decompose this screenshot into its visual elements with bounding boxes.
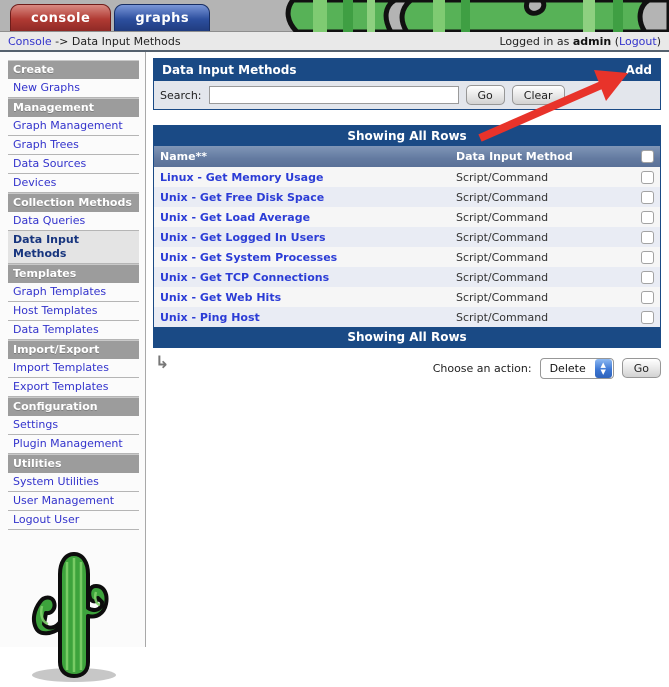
- tab-graphs[interactable]: graphs: [114, 4, 210, 31]
- table-row: Unix - Get Load AverageScript/Command: [154, 207, 660, 227]
- table-caption-bottom: Showing All Rows: [154, 327, 660, 347]
- row-method: Script/Command: [456, 171, 634, 184]
- sidebar-section-utilities: Utilities: [8, 454, 139, 473]
- panel-header: Data Input Methods Add: [154, 59, 660, 81]
- row-name-link[interactable]: Unix - Get TCP Connections: [160, 271, 456, 284]
- sidebar-section-templates: Templates: [8, 264, 139, 283]
- sidebar-item-new-graphs[interactable]: New Graphs: [8, 79, 139, 98]
- action-row: ↳ Choose an action: Delete ▲▼ Go: [153, 355, 661, 381]
- action-select[interactable]: Delete ▲▼: [540, 358, 614, 379]
- data-input-methods-table: Showing All Rows Name** Data Input Metho…: [153, 125, 661, 348]
- sidebar: CreateNew GraphsManagementGraph Manageme…: [0, 52, 146, 647]
- table-column-header: Name** Data Input Method: [154, 146, 660, 167]
- table-caption-top: Showing All Rows: [154, 126, 660, 146]
- table-row: Unix - Get Web HitsScript/Command: [154, 287, 660, 307]
- tab-console[interactable]: console: [10, 4, 111, 31]
- sidebar-item-user-management[interactable]: User Management: [8, 492, 139, 511]
- sidebar-item-system-utilities[interactable]: System Utilities: [8, 473, 139, 492]
- select-all-checkbox[interactable]: [641, 150, 654, 163]
- table-row: Unix - Get Free Disk SpaceScript/Command: [154, 187, 660, 207]
- row-method: Script/Command: [456, 231, 634, 244]
- sidebar-item-settings[interactable]: Settings: [8, 416, 139, 435]
- select-stepper-icon: ▲▼: [595, 359, 612, 378]
- choose-action-label: Choose an action:: [433, 362, 532, 375]
- search-row: Search: Go Clear: [154, 81, 660, 109]
- table-row: Unix - Get TCP ConnectionsScript/Command: [154, 267, 660, 287]
- sidebar-item-data-templates[interactable]: Data Templates: [8, 321, 139, 340]
- sidebar-item-plugin-management[interactable]: Plugin Management: [8, 435, 139, 454]
- row-method: Script/Command: [456, 271, 634, 284]
- sidebar-item-graph-trees[interactable]: Graph Trees: [8, 136, 139, 155]
- search-label: Search:: [160, 89, 202, 102]
- cactus-logo: [18, 544, 139, 687]
- row-name-link[interactable]: Unix - Get System Processes: [160, 251, 456, 264]
- row-checkbox[interactable]: [641, 271, 654, 284]
- add-link[interactable]: Add: [626, 63, 652, 77]
- sidebar-section-configuration: Configuration: [8, 397, 139, 416]
- sidebar-item-host-templates[interactable]: Host Templates: [8, 302, 139, 321]
- row-name-link[interactable]: Unix - Ping Host: [160, 311, 456, 324]
- sidebar-item-data-queries[interactable]: Data Queries: [8, 212, 139, 231]
- row-checkbox[interactable]: [641, 191, 654, 204]
- breadcrumb-console-link[interactable]: Console: [8, 35, 52, 48]
- sidebar-item-graph-templates[interactable]: Graph Templates: [8, 283, 139, 302]
- table-row: Linux - Get Memory UsageScript/Command: [154, 167, 660, 187]
- sidebar-item-data-sources[interactable]: Data Sources: [8, 155, 139, 174]
- column-name[interactable]: Name**: [160, 150, 456, 163]
- table-row: Unix - Get Logged In UsersScript/Command: [154, 227, 660, 247]
- row-method: Script/Command: [456, 311, 634, 324]
- sidebar-section-import-export: Import/Export: [8, 340, 139, 359]
- page-title: Data Input Methods: [162, 63, 296, 77]
- row-method: Script/Command: [456, 211, 634, 224]
- row-name-link[interactable]: Unix - Get Free Disk Space: [160, 191, 456, 204]
- sidebar-item-export-templates[interactable]: Export Templates: [8, 378, 139, 397]
- sidebar-section-management: Management: [8, 98, 139, 117]
- search-input[interactable]: [209, 86, 459, 104]
- breadcrumb-bar: Console -> Data Input Methods Logged in …: [0, 32, 669, 52]
- cacti-banner-art: [283, 0, 669, 32]
- sidebar-item-devices[interactable]: Devices: [8, 174, 139, 193]
- breadcrumb-current: Data Input Methods: [72, 35, 181, 48]
- row-checkbox[interactable]: [641, 211, 654, 224]
- row-checkbox[interactable]: [641, 251, 654, 264]
- table-row: Unix - Ping HostScript/Command: [154, 307, 660, 327]
- nav-tabs: console graphs: [10, 4, 210, 31]
- data-input-methods-panel: Data Input Methods Add Search: Go Clear: [153, 58, 661, 110]
- sidebar-item-graph-management[interactable]: Graph Management: [8, 117, 139, 136]
- row-method: Script/Command: [456, 251, 634, 264]
- sidebar-item-logout-user[interactable]: Logout User: [8, 511, 139, 530]
- row-name-link[interactable]: Unix - Get Web Hits: [160, 291, 456, 304]
- row-name-link[interactable]: Linux - Get Memory Usage: [160, 171, 456, 184]
- table-row: Unix - Get System ProcessesScript/Comman…: [154, 247, 660, 267]
- top-banner: console graphs: [0, 0, 669, 32]
- logout-link[interactable]: Logout: [619, 35, 657, 48]
- sidebar-item-data-input-methods[interactable]: Data Input Methods: [8, 231, 139, 264]
- login-status: Logged in as admin (Logout): [499, 35, 661, 48]
- row-name-link[interactable]: Unix - Get Logged In Users: [160, 231, 456, 244]
- action-select-value: Delete: [550, 362, 586, 375]
- row-method: Script/Command: [456, 291, 634, 304]
- action-go-button[interactable]: Go: [622, 358, 661, 378]
- row-checkbox[interactable]: [641, 311, 654, 324]
- sidebar-item-import-templates[interactable]: Import Templates: [8, 359, 139, 378]
- login-username: admin: [573, 35, 611, 48]
- search-clear-button[interactable]: Clear: [512, 85, 565, 105]
- breadcrumb-separator: ->: [55, 35, 68, 48]
- row-method: Script/Command: [456, 191, 634, 204]
- row-checkbox[interactable]: [641, 231, 654, 244]
- return-arrow-icon: ↳: [155, 353, 169, 373]
- row-checkbox[interactable]: [641, 291, 654, 304]
- breadcrumb: Console -> Data Input Methods: [8, 35, 181, 48]
- login-prefix: Logged in as: [499, 35, 569, 48]
- main-content: Data Input Methods Add Search: Go Clear …: [146, 52, 669, 647]
- paren-close: ): [657, 35, 661, 48]
- search-go-button[interactable]: Go: [466, 85, 505, 105]
- sidebar-section-collection-methods: Collection Methods: [8, 193, 139, 212]
- sidebar-section-create: Create: [8, 60, 139, 79]
- row-name-link[interactable]: Unix - Get Load Average: [160, 211, 456, 224]
- sidebar-menu: CreateNew GraphsManagementGraph Manageme…: [8, 60, 139, 530]
- table-body: Linux - Get Memory UsageScript/CommandUn…: [154, 167, 660, 327]
- column-data-input-method[interactable]: Data Input Method: [456, 150, 634, 163]
- row-checkbox[interactable]: [641, 171, 654, 184]
